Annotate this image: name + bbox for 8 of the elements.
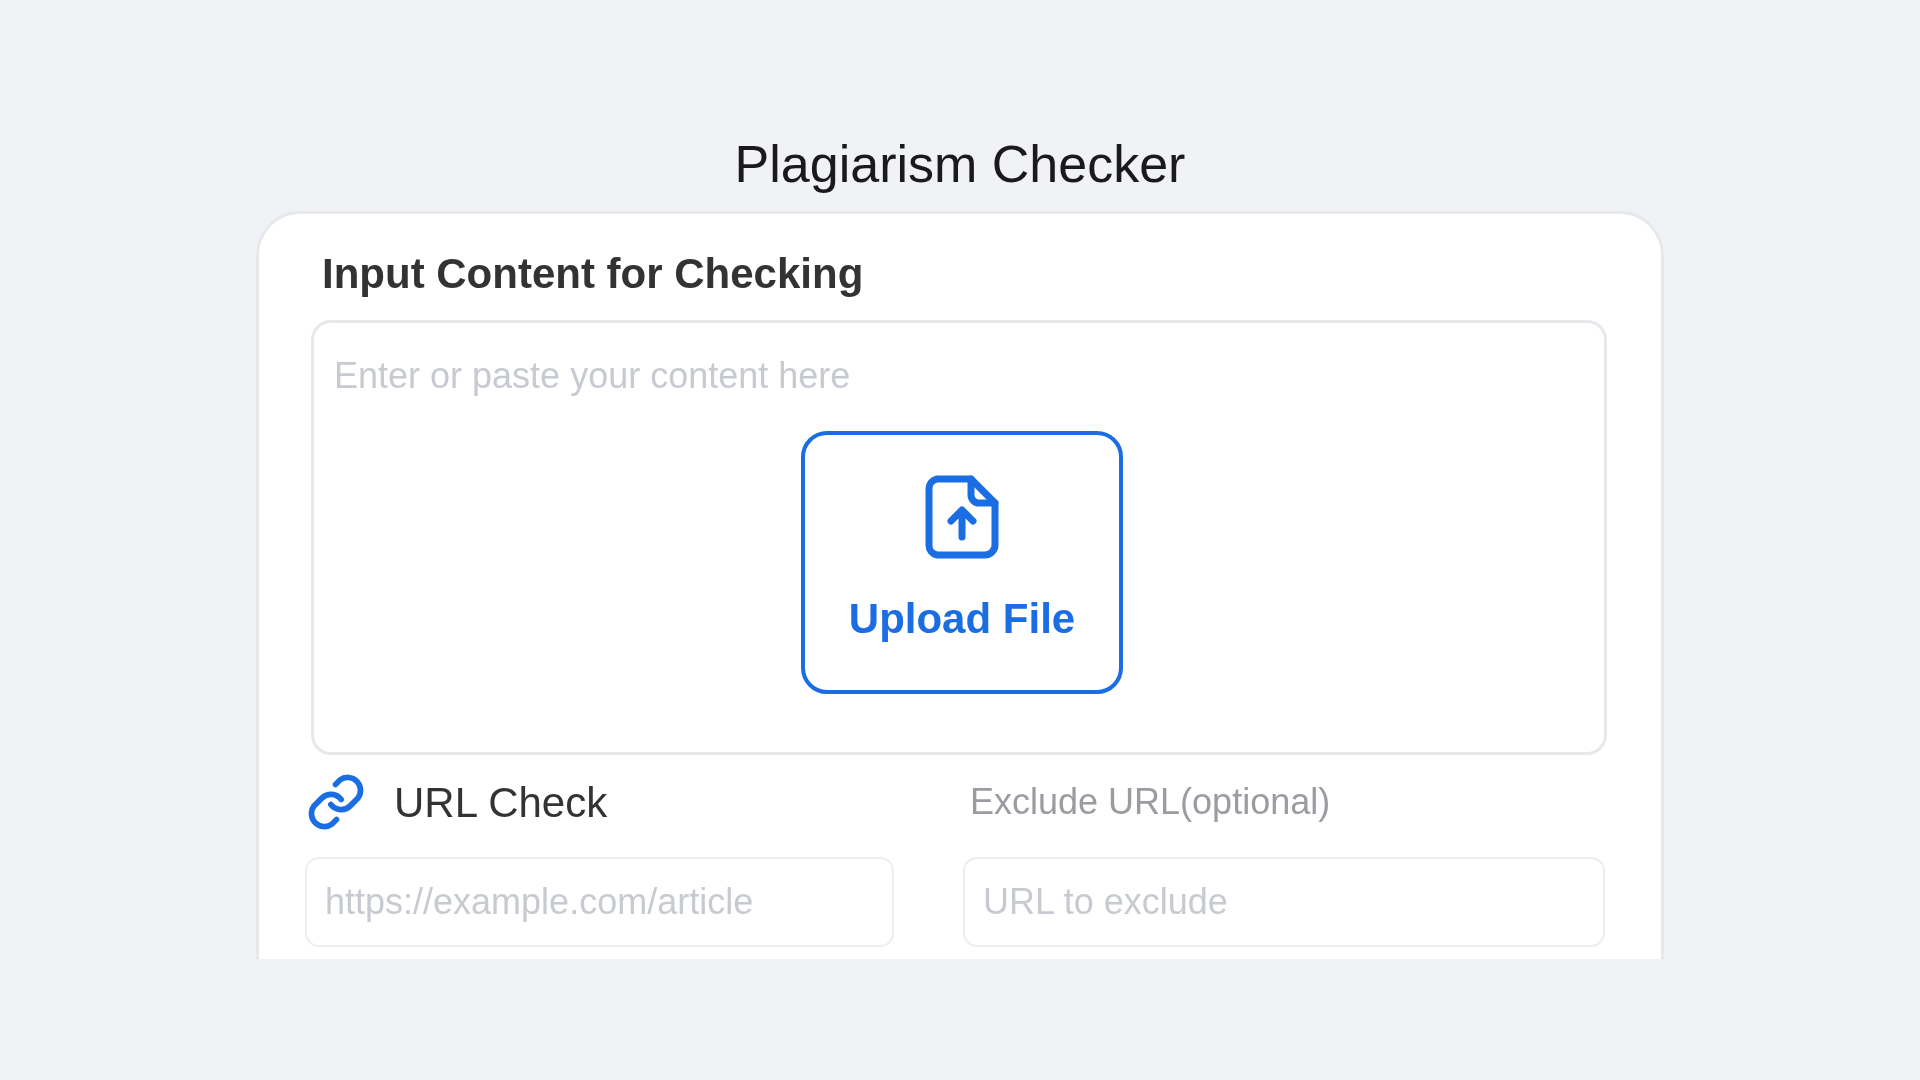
url-check-label: URL Check <box>394 777 608 828</box>
exclude-url-label: Exclude URL(optional) <box>970 780 1331 824</box>
page-title: Plagiarism Checker <box>734 134 1186 195</box>
exclude-url-field[interactable]: URL to exclude <box>963 857 1605 947</box>
url-field[interactable]: https://example.com/article <box>305 857 894 947</box>
section-heading: Input Content for Checking <box>322 249 865 299</box>
upload-button[interactable]: Upload File <box>801 431 1123 694</box>
file-upload-icon <box>925 475 999 559</box>
